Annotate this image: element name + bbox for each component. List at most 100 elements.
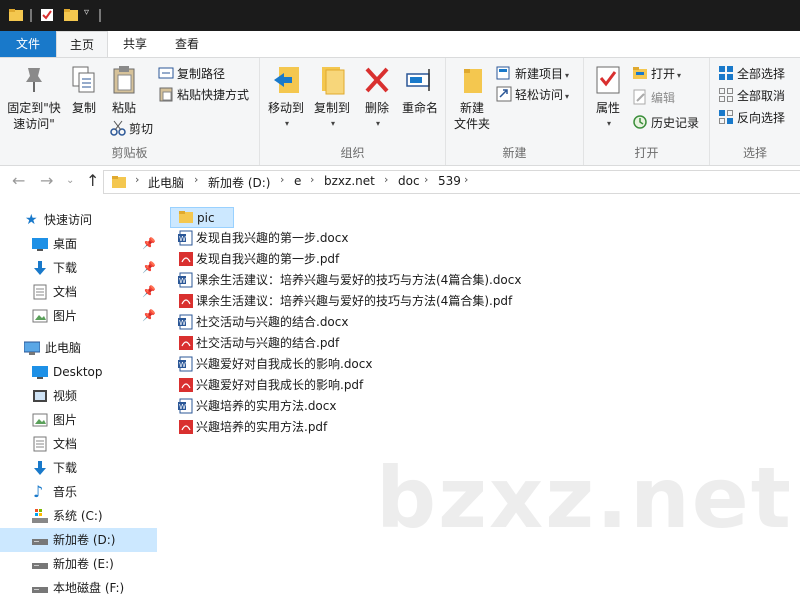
sidebar-item-drive-e[interactable]: 新加卷 (E:) xyxy=(0,552,157,576)
sidebar-item-drive-d[interactable]: 新加卷 (D:) xyxy=(0,528,157,552)
move-to-button[interactable]: 移动到 ▾ xyxy=(264,64,308,132)
file-name: 兴趣爱好对自我成长的影响.pdf xyxy=(196,378,364,392)
word-document-icon: W xyxy=(178,314,193,330)
word-document-icon: W xyxy=(178,230,193,246)
breadcrumb-separator-icon[interactable]: › xyxy=(384,173,388,186)
desktop-icon xyxy=(32,366,48,379)
copy-to-button[interactable]: 复制到 ▾ xyxy=(310,64,354,132)
copy-button[interactable]: 复制 xyxy=(66,64,102,116)
breadcrumb-separator-icon[interactable]: › xyxy=(424,173,428,186)
pin-icon[interactable]: 📌 xyxy=(142,232,156,256)
paste-icon xyxy=(113,66,135,94)
video-icon xyxy=(33,390,47,402)
breadcrumb-separator-icon[interactable]: › xyxy=(310,173,314,186)
sidebar-item-desktop-pc[interactable]: Desktop xyxy=(0,360,157,384)
tab-view[interactable]: 查看 xyxy=(162,31,212,57)
sidebar-item-documents-pc[interactable]: 文档 xyxy=(0,432,157,456)
breadcrumb-this-pc[interactable]: 此电脑 xyxy=(148,174,184,191)
sidebar-item-videos[interactable]: 视频 xyxy=(0,384,157,408)
breadcrumb-separator-icon[interactable]: › xyxy=(464,173,468,186)
rename-icon xyxy=(406,69,430,91)
pin-quick-access-button[interactable]: 固定到"快 速访问" xyxy=(4,64,64,132)
new-folder-button[interactable]: 新建 文件夹 xyxy=(450,64,494,132)
paste-shortcut-icon xyxy=(159,87,173,102)
paste-button[interactable]: 粘贴 xyxy=(106,64,142,116)
up-arrow-icon[interactable]: ↑ xyxy=(86,171,99,190)
history-button[interactable]: 历史记录 xyxy=(632,113,699,133)
tab-file[interactable]: 文件 xyxy=(0,31,56,57)
sidebar-item-this-pc[interactable]: 此电脑 xyxy=(0,336,157,360)
sidebar-item-drive-f[interactable]: 本地磁盘 (F:) xyxy=(0,576,157,600)
pin-icon xyxy=(26,68,42,92)
file-name: 兴趣培养的实用方法.pdf xyxy=(196,420,328,434)
breadcrumb-separator-icon[interactable]: › xyxy=(135,173,139,186)
easy-access-icon xyxy=(496,86,512,102)
edit-button[interactable]: 编辑 xyxy=(632,88,675,108)
sidebar-item-documents[interactable]: 文档 📌 xyxy=(0,280,157,304)
quick-access-dropdown-icon[interactable]: ▿ xyxy=(84,7,89,18)
sidebar-item-pictures-pc[interactable]: 图片 xyxy=(0,408,157,432)
group-organize: 移动到 ▾ 复制到 ▾ 删除 ▾ 重命名 组织 xyxy=(260,58,446,165)
music-note-icon: ♪ xyxy=(33,482,44,501)
word-document-icon: W xyxy=(178,356,193,372)
back-arrow-icon[interactable]: ← xyxy=(12,171,25,190)
folder-icon xyxy=(9,9,23,21)
pin-icon[interactable]: 📌 xyxy=(142,256,156,280)
sidebar-item-quick-access[interactable]: ★ 快速访问 xyxy=(0,208,157,232)
invert-selection-icon xyxy=(719,110,733,124)
easy-access-button[interactable]: 轻松访问 ▾ xyxy=(496,85,569,105)
properties-quick-icon[interactable] xyxy=(40,8,54,22)
breadcrumb-bzxz[interactable]: bzxz.net xyxy=(324,174,375,188)
pin-icon[interactable]: 📌 xyxy=(142,280,156,304)
file-name: pic xyxy=(197,211,215,225)
sidebar-item-desktop[interactable]: 桌面 📌 xyxy=(0,232,157,256)
recent-locations-chevron-icon[interactable]: ⌄ xyxy=(66,175,74,186)
sidebar-item-pictures[interactable]: 图片 📌 xyxy=(0,304,157,328)
file-name: 发现自我兴趣的第一步.docx xyxy=(196,231,349,245)
select-none-icon xyxy=(719,88,733,102)
copy-path-button[interactable]: 复制路径 xyxy=(158,64,225,84)
new-item-button[interactable]: 新建项目 ▾ xyxy=(496,64,569,84)
system-drive-icon xyxy=(32,509,48,523)
paste-shortcut-button[interactable]: 粘贴快捷方式 xyxy=(158,85,249,105)
file-row[interactable]: pic xyxy=(170,207,234,228)
picture-icon xyxy=(32,309,48,323)
invert-selection-button[interactable]: 反向选择 xyxy=(718,108,785,128)
pdf-icon xyxy=(179,336,193,350)
address-bar[interactable]: › 此电脑 › 新加卷 (D:) › e › bzxz.net › doc › … xyxy=(103,170,800,194)
delete-button[interactable]: 删除 ▾ xyxy=(360,64,394,132)
navigation-pane: ★ 快速访问 桌面 📌 下载 📌 文档 📌 图片 📌 此电脑 Desktop 视… xyxy=(0,203,157,600)
folder-icon xyxy=(112,176,126,188)
breadcrumb-separator-icon[interactable]: › xyxy=(280,173,284,186)
open-button[interactable]: 打开 ▾ xyxy=(632,64,681,84)
tab-home[interactable]: 主页 xyxy=(56,31,108,58)
rename-button[interactable]: 重命名 xyxy=(398,64,442,116)
cut-button[interactable]: 剪切 xyxy=(110,119,153,139)
properties-button[interactable]: 属性 ▾ xyxy=(590,64,626,132)
breadcrumb-doc[interactable]: doc xyxy=(398,174,420,188)
pin-icon[interactable]: 📌 xyxy=(142,304,156,328)
group-label-open: 打开 xyxy=(634,146,659,160)
navigation-bar: ← → ⌄ ↑ › 此电脑 › 新加卷 (D:) › e › bzxz.net … xyxy=(0,167,800,197)
sidebar-item-downloads-pc[interactable]: 下载 xyxy=(0,456,157,480)
drive-icon xyxy=(32,539,48,545)
new-item-icon xyxy=(496,66,510,80)
new-folder-quick-icon[interactable] xyxy=(64,8,78,22)
forward-arrow-icon[interactable]: → xyxy=(40,171,53,190)
drive-icon xyxy=(32,587,48,593)
select-none-button[interactable]: 全部取消 xyxy=(718,86,785,106)
sidebar-item-downloads[interactable]: 下载 📌 xyxy=(0,256,157,280)
select-all-button[interactable]: 全部选择 xyxy=(718,64,785,84)
file-name: 社交活动与兴趣的结合.pdf xyxy=(196,336,340,350)
breadcrumb-539[interactable]: 539 xyxy=(438,174,461,188)
download-arrow-icon xyxy=(34,261,46,275)
sidebar-item-drive-c[interactable]: 系统 (C:) xyxy=(0,504,157,528)
download-arrow-icon xyxy=(34,461,46,475)
breadcrumb-separator-icon[interactable]: › xyxy=(194,173,198,186)
tab-share[interactable]: 共享 xyxy=(110,31,160,57)
sidebar-item-music[interactable]: ♪ 音乐 xyxy=(0,480,157,504)
history-icon xyxy=(633,115,647,129)
move-to-icon xyxy=(274,67,299,93)
breadcrumb-drive-d[interactable]: 新加卷 (D:) xyxy=(208,174,270,191)
breadcrumb-e[interactable]: e xyxy=(294,174,301,188)
